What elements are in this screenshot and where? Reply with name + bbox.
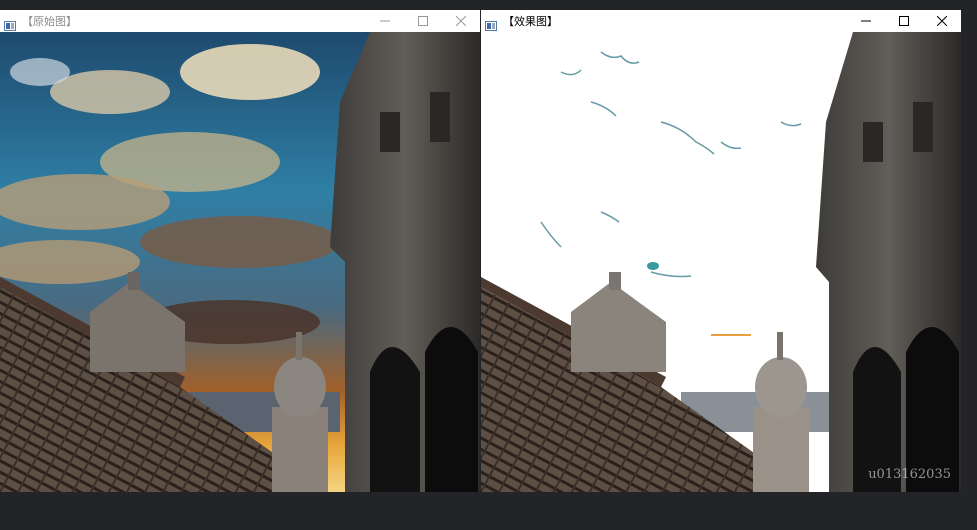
original-image-window: 【原始图】 (0, 10, 480, 492)
close-button[interactable] (442, 10, 480, 32)
app-icon (485, 16, 497, 31)
title-bar[interactable]: 【原始图】 (0, 10, 480, 32)
original-image (0, 32, 480, 492)
maximize-icon (418, 16, 428, 26)
close-button[interactable] (923, 10, 961, 32)
minimize-button[interactable] (366, 10, 404, 32)
maximize-button[interactable] (885, 10, 923, 32)
app-icon (4, 16, 16, 31)
window-title: 【效果图】 (503, 15, 558, 28)
maximize-icon (899, 16, 909, 26)
close-icon (937, 16, 947, 26)
result-image-window: 【效果图】 u013162035 (481, 10, 961, 492)
title-bar[interactable]: 【效果图】 (481, 10, 961, 32)
minimize-button[interactable] (847, 10, 885, 32)
maximize-button[interactable] (404, 10, 442, 32)
minimize-icon (380, 20, 390, 22)
window-title: 【原始图】 (22, 15, 77, 28)
watermark-text: u013162035 (868, 467, 951, 482)
close-icon (456, 16, 466, 26)
result-image: u013162035 (481, 32, 961, 492)
minimize-icon (861, 20, 871, 22)
